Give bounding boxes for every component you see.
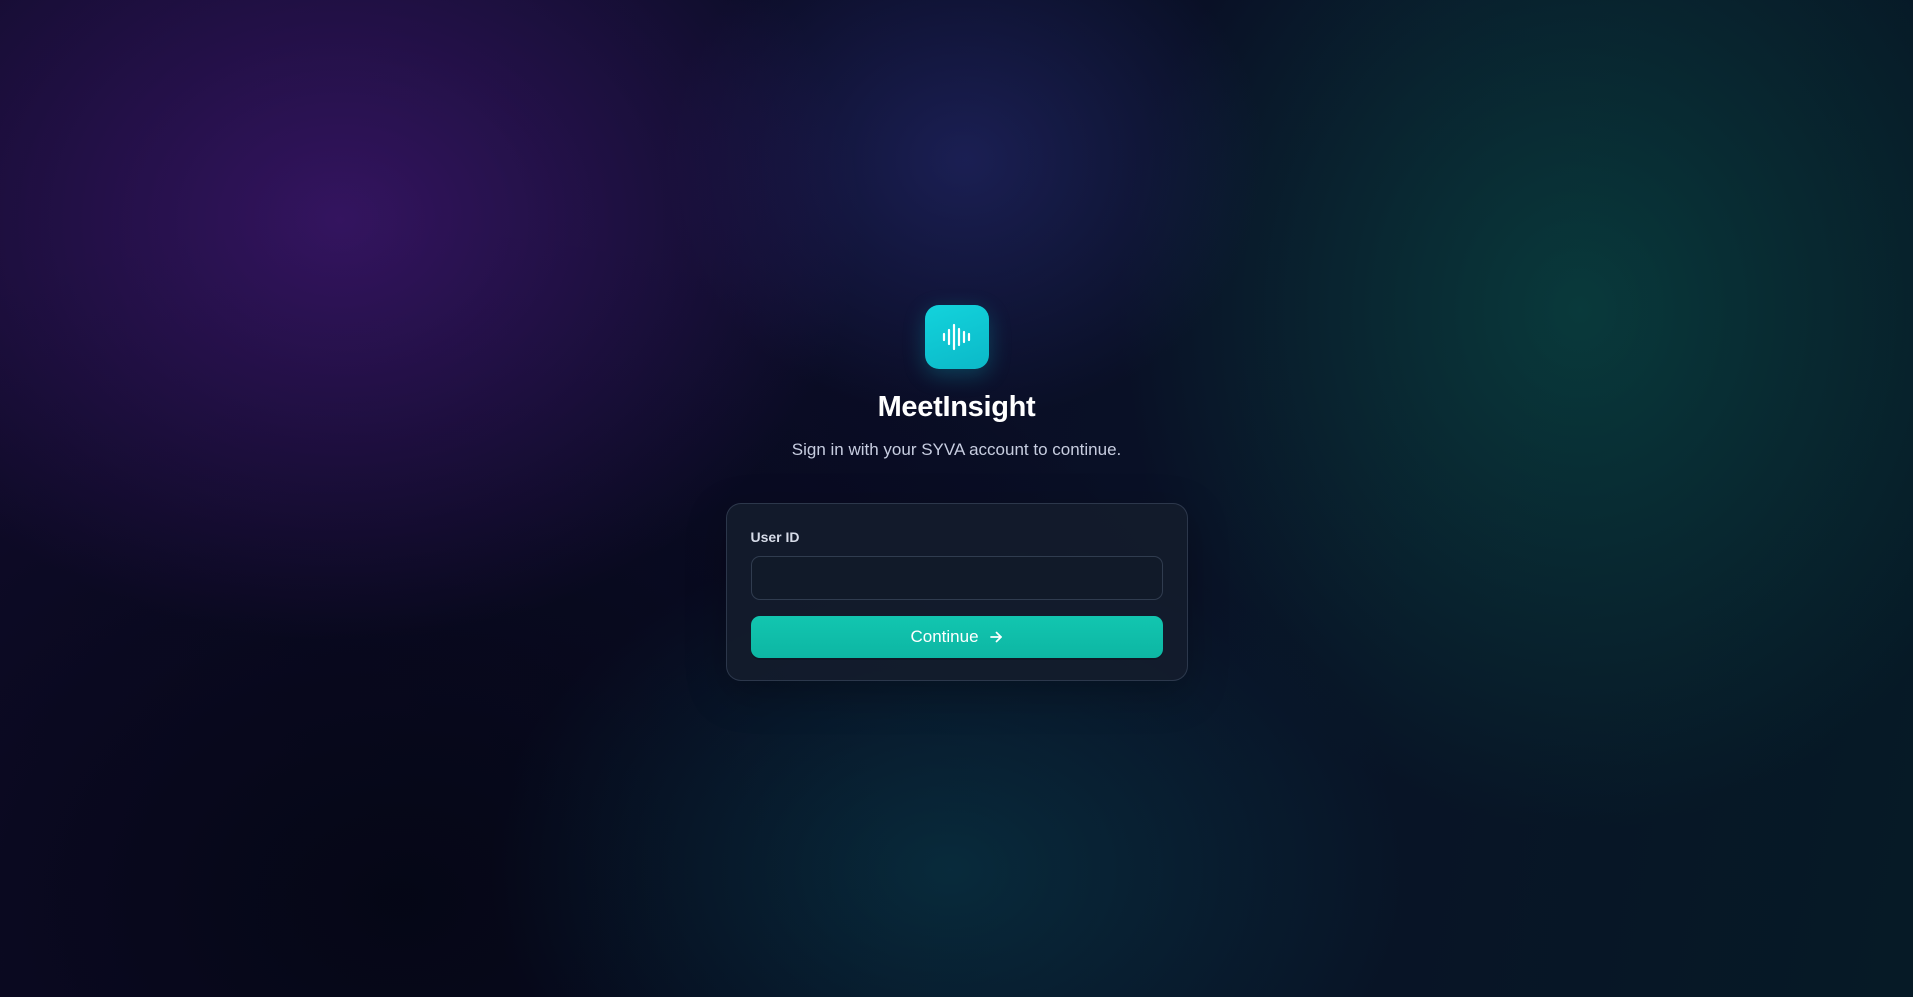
sign-in-subtitle: Sign in with your SYVA account to contin… [791,440,1122,459]
sound-wave-icon [942,323,970,351]
continue-button-label: Continue [910,627,979,646]
user-id-label: User ID [750,529,800,545]
user-id-input[interactable] [750,556,1163,600]
continue-button[interactable]: Continue [750,616,1163,658]
app-logo [924,305,989,369]
login-card: User ID Continue [725,503,1188,681]
arrow-right-icon [989,630,1003,644]
login-page: MeetInsight Sign in with your SYVA accou… [0,305,1913,681]
app-title: MeetInsight [877,391,1036,423]
